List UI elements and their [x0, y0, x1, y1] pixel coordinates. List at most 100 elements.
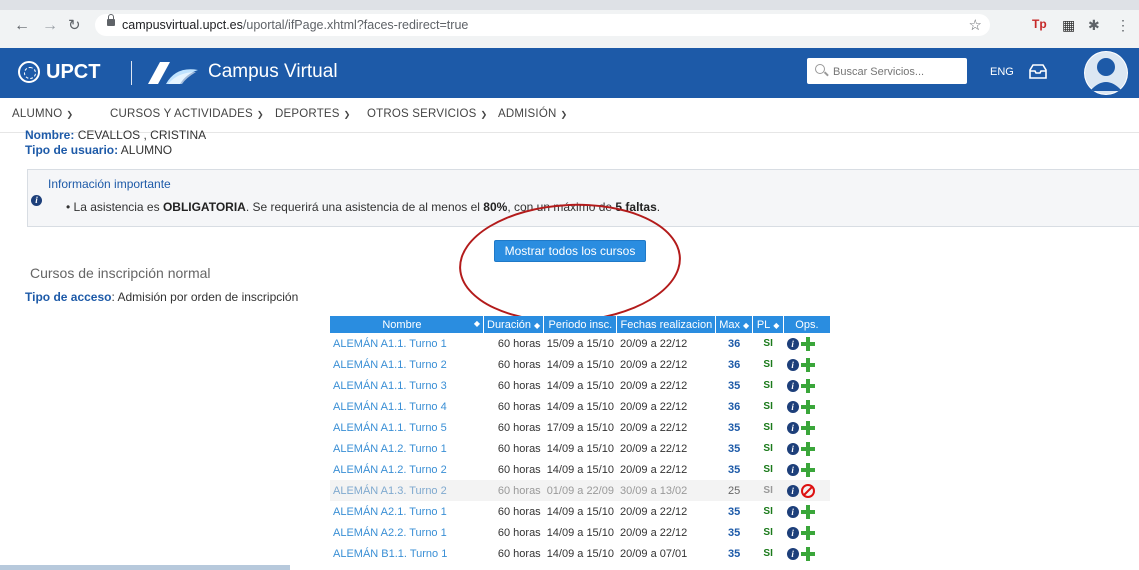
- language-toggle[interactable]: ENG: [990, 66, 1014, 78]
- tab-strip: [0, 0, 1139, 10]
- course-name-link[interactable]: ALEMÁN A1.1. Turno 2: [330, 354, 484, 375]
- table-row: ALEMÁN A1.2. Turno 1 60 horas 14/09 a 15/1…: [330, 438, 830, 459]
- add-icon[interactable]: [800, 357, 815, 372]
- info-icon[interactable]: i: [786, 547, 799, 560]
- course-name-link[interactable]: ALEMÁN A1.1. Turno 1: [330, 333, 484, 354]
- inbox-icon[interactable]: [1027, 63, 1049, 81]
- col-periodo[interactable]: Periodo insc.: [543, 316, 618, 333]
- add-icon[interactable]: [800, 378, 815, 393]
- course-enrol-period: 14/09 a 15/10: [546, 526, 614, 539]
- show-all-courses-button[interactable]: Mostrar todos los cursos: [494, 240, 646, 262]
- info-icon[interactable]: i: [786, 337, 799, 350]
- col-max[interactable]: Max ◆: [715, 316, 754, 333]
- course-name-link[interactable]: ALEMÁN A1.1. Turno 3: [330, 375, 484, 396]
- add-icon[interactable]: [800, 441, 815, 456]
- chevron-down-icon: ❯: [480, 110, 488, 119]
- course-max: 35: [728, 505, 741, 518]
- table-row: ALEMÁN A1.1. Turno 1 60 horas 15/09 a 15/1…: [330, 333, 830, 354]
- col-duracion[interactable]: Duración ◆: [483, 316, 545, 333]
- access-type-line: Tipo de acceso: Admisión por orden de in…: [25, 290, 298, 304]
- course-name-link[interactable]: ALEMÁN A1.1. Turno 4: [330, 396, 484, 417]
- col-nombre[interactable]: Nombre ◆: [330, 316, 484, 333]
- browser-menu-icon[interactable]: ⋮: [1116, 17, 1130, 34]
- add-icon[interactable]: [800, 336, 815, 351]
- course-max: 36: [728, 358, 741, 371]
- search-input[interactable]: [831, 62, 965, 82]
- add-icon[interactable]: [800, 462, 815, 477]
- course-enrol-period: 14/09 a 15/10: [546, 505, 614, 518]
- add-icon[interactable]: [800, 546, 815, 561]
- info-icon[interactable]: i: [786, 526, 799, 539]
- info-icon[interactable]: i: [786, 505, 799, 518]
- course-name-link[interactable]: ALEMÁN A1.2. Turno 1: [330, 438, 484, 459]
- course-places: SI: [763, 380, 773, 391]
- info-icon[interactable]: i: [786, 379, 799, 392]
- extensions-puzzle-icon[interactable]: ✱: [1088, 17, 1100, 34]
- course-enrol-period: 15/09 a 15/10: [546, 337, 614, 350]
- info-title: Información importante: [48, 177, 171, 191]
- chevron-down-icon: ❯: [66, 110, 74, 119]
- course-max: 35: [728, 526, 741, 539]
- course-max: 36: [728, 400, 741, 413]
- col-pl[interactable]: PL ◆: [752, 316, 785, 333]
- course-name-link[interactable]: ALEMÁN A2.1. Turno 1: [330, 501, 484, 522]
- menu-cursos-actividades[interactable]: CURSOS Y ACTIVIDADES ❯: [110, 108, 264, 120]
- add-icon[interactable]: [800, 420, 815, 435]
- menu-admision[interactable]: ADMISIÓN ❯: [498, 108, 567, 120]
- course-dates: 20/09 a 22/12: [619, 421, 688, 434]
- browser-chrome: ← → ↻ campusvirtual.upct.es/uportal/ifPa…: [0, 0, 1139, 48]
- back-icon[interactable]: ←: [14, 18, 30, 34]
- menu-otros-servicios[interactable]: OTROS SERVICIOS ❯: [367, 108, 487, 120]
- course-enrol-period: 17/09 a 15/10: [546, 421, 614, 434]
- add-icon[interactable]: [800, 504, 815, 519]
- reload-icon[interactable]: ↻: [68, 18, 81, 34]
- course-ops: i: [784, 459, 830, 480]
- course-name-link[interactable]: ALEMÁN A1.1. Turno 5: [330, 417, 484, 438]
- menu-alumno[interactable]: ALUMNO ❯: [12, 108, 73, 120]
- user-type-value: ALUMNO: [120, 143, 173, 157]
- extension-book-icon[interactable]: ▦: [1062, 17, 1075, 34]
- info-icon[interactable]: i: [786, 442, 799, 455]
- menu-label: ADMISIÓN: [498, 108, 557, 120]
- course-max: 35: [728, 463, 741, 476]
- bookmark-star-icon[interactable]: ☆: [969, 16, 982, 34]
- forward-icon[interactable]: →: [42, 18, 58, 34]
- access-type-label: Tipo de acceso: [25, 290, 112, 304]
- course-ops: i: [784, 501, 830, 522]
- menu-deportes[interactable]: DEPORTES ❯: [275, 108, 351, 120]
- add-icon[interactable]: [800, 399, 815, 414]
- course-enrol-period: 14/09 a 15/10: [546, 358, 614, 371]
- course-name-link[interactable]: ALEMÁN A1.3. Turno 2: [330, 480, 484, 501]
- info-icon[interactable]: i: [786, 421, 799, 434]
- address-bar[interactable]: campusvirtual.upct.es/uportal/ifPage.xht…: [95, 14, 990, 36]
- course-ops: i: [784, 354, 830, 375]
- access-type-value: : Admisión por orden de inscripción: [111, 290, 299, 304]
- course-places: SI: [763, 422, 773, 433]
- info-text: • La asistencia es OBLIGATORIA. Se reque…: [66, 200, 661, 214]
- user-name-label: Nombre:: [25, 128, 75, 142]
- info-icon[interactable]: i: [786, 358, 799, 371]
- course-name-link[interactable]: ALEMÁN A2.2. Turno 1: [330, 522, 484, 543]
- services-search[interactable]: [807, 58, 967, 84]
- user-avatar[interactable]: [1084, 51, 1128, 95]
- course-name-link[interactable]: ALEMÁN B1.1. Turno 1: [330, 543, 484, 564]
- info-icon[interactable]: i: [786, 400, 799, 413]
- add-icon[interactable]: [800, 525, 815, 540]
- course-dates: 20/09 a 22/12: [619, 526, 688, 539]
- course-name-link[interactable]: ALEMÁN A1.2. Turno 2: [330, 459, 484, 480]
- course-places: SI: [763, 464, 773, 475]
- col-ops: Ops.: [783, 316, 830, 333]
- table-row: ALEMÁN A1.2. Turno 2 60 horas 14/09 a 15/1…: [330, 459, 830, 480]
- info-icon[interactable]: i: [786, 463, 799, 476]
- brand-name[interactable]: UPCT: [46, 61, 100, 84]
- course-ops: i: [784, 333, 830, 354]
- col-fechas[interactable]: Fechas realizacion: [616, 316, 717, 333]
- header-separator: [131, 61, 132, 85]
- important-info-box: Información importante i • La asistencia…: [27, 169, 1139, 227]
- user-name-line: Nombre: CEVALLOS , CRISTINA: [25, 128, 206, 142]
- app-title[interactable]: Campus Virtual: [208, 61, 338, 83]
- table-header-row: Nombre ◆ Duración ◆ Periodo insc. Fechas r…: [330, 316, 830, 333]
- extension-tp-icon[interactable]: Tp: [1032, 17, 1047, 31]
- course-enrol-period: 14/09 a 15/10: [546, 379, 614, 392]
- info-icon[interactable]: i: [786, 484, 799, 497]
